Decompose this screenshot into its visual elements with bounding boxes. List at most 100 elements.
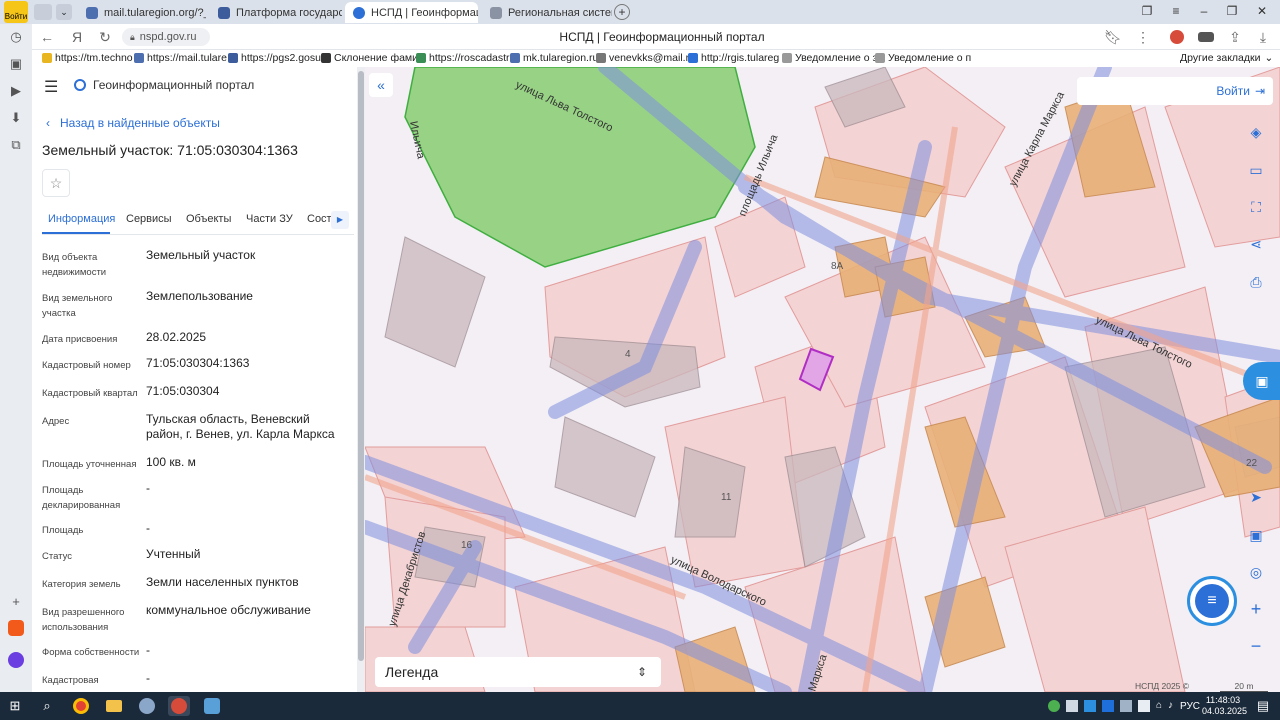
screenshot-icon[interactable]: ⧉	[8, 137, 24, 153]
add-panel-icon[interactable]: +	[8, 594, 24, 610]
tab-gosplatform[interactable]: Платформа государственн	[210, 2, 342, 23]
layers-icon[interactable]: ◈	[1243, 119, 1269, 145]
tabs-scroll-right-icon[interactable]: ▶	[331, 211, 349, 229]
new-tab-button[interactable]: +	[614, 4, 630, 20]
collapse-panel-button[interactable]: «	[369, 73, 393, 97]
bookmark-label: https://pgs2.gosu	[241, 52, 321, 64]
favorite-star-icon[interactable]: ☆	[42, 169, 70, 197]
bookmark-item[interactable]: https://tm.techno	[42, 52, 133, 64]
search-icon[interactable]: ⌕	[36, 696, 58, 716]
download-icon[interactable]: ⤓	[1254, 29, 1272, 46]
bookmark-icon[interactable]: 🔖︎	[1104, 29, 1122, 46]
more-icon[interactable]: ⋮	[1134, 29, 1152, 46]
app-icon[interactable]	[201, 696, 223, 716]
tab-regional-system[interactable]: Региональная система за	[482, 2, 612, 23]
bookmark-item[interactable]: mk.tularegion.ru	[510, 52, 598, 64]
bookmark-item[interactable]: https://pgs2.gosu	[228, 52, 321, 64]
extension-icon[interactable]	[1198, 32, 1214, 42]
media-icon[interactable]: ▶	[8, 83, 24, 99]
history-icon[interactable]: ◷	[8, 29, 24, 45]
map-view[interactable]: улица Льва Толстого улица Льва Толстого …	[365, 67, 1280, 692]
chat-support-button[interactable]: ≡	[1187, 576, 1237, 626]
app-icon[interactable]	[136, 696, 158, 716]
geolocation-icon[interactable]: ◎	[1243, 559, 1269, 585]
tab-nspd[interactable]: НСПД | Геоинформаци ✕	[345, 2, 478, 23]
zoom-in-icon[interactable]: +	[1243, 596, 1269, 622]
minimize-icon[interactable]: –	[1194, 4, 1214, 18]
house-number: 22	[1246, 458, 1258, 469]
tab-mail[interactable]: mail.tularegion.org/?_task	[78, 2, 206, 23]
tab-information[interactable]: Информация	[48, 213, 115, 225]
yandex-icon[interactable]: Я	[68, 29, 86, 45]
chrome-icon[interactable]	[70, 696, 92, 716]
assistant-chat-icon[interactable]: ▣	[1243, 362, 1280, 400]
bookmark-item[interactable]: https://roscadastr	[416, 52, 510, 64]
tray-icon[interactable]	[1138, 700, 1150, 712]
panel-scrollbar[interactable]	[357, 67, 365, 692]
map-login-label: Войти	[1216, 84, 1250, 98]
bookmark-item[interactable]: Склонение фами	[321, 52, 418, 64]
tab-list-chevron-icon[interactable]: ⌄	[56, 4, 72, 20]
print-icon[interactable]: ⎙	[1243, 269, 1269, 295]
downloads-icon[interactable]: ⬇	[8, 110, 24, 126]
field-label: Площадь декларированная	[42, 485, 121, 511]
tab-parts[interactable]: Части ЗУ	[246, 213, 293, 225]
map-canvas: улица Льва Толстого улица Льва Толстого …	[365, 67, 1280, 692]
volume-icon[interactable]: ♪	[1168, 700, 1173, 714]
maximize-icon[interactable]: ❐	[1222, 4, 1242, 18]
share-icon[interactable]: ⇪	[1226, 29, 1244, 46]
locate-icon[interactable]: ➤	[1243, 484, 1269, 510]
tray-icon[interactable]	[1120, 700, 1132, 712]
tab-title: mail.tularegion.org/?_task	[104, 6, 206, 19]
reload-icon[interactable]: ↻	[96, 29, 114, 46]
input-language[interactable]: РУС	[1180, 701, 1200, 712]
map-login-button[interactable]: Войти ⇥	[1216, 84, 1265, 98]
start-icon[interactable]: ⊞	[4, 696, 26, 716]
menu-icon[interactable]: ☰	[44, 77, 58, 97]
zoom-out-icon[interactable]: −	[1243, 633, 1269, 659]
tray-icon[interactable]	[1084, 700, 1096, 712]
extension-icon[interactable]	[1170, 30, 1184, 44]
other-bookmarks[interactable]: Другие закладки ⌄	[1180, 52, 1273, 64]
clock[interactable]: 11:48:03 04.03.2025	[1202, 695, 1247, 717]
notifications-icon[interactable]: ▤	[1252, 696, 1274, 716]
bookmark-item[interactable]: https://mail.tulare	[134, 52, 227, 64]
bookmark-item[interactable]: Уведомление о п	[875, 52, 971, 64]
bookmark-item[interactable]: http://rgis.tulareg	[688, 52, 779, 64]
yandex-browser-icon[interactable]	[168, 696, 190, 716]
nspd-favicon-icon	[353, 6, 365, 19]
bookmark-label: https://mail.tulare	[147, 52, 227, 64]
browser-menu-icon[interactable]: ≡	[1166, 4, 1186, 18]
area-select-icon[interactable]: ⛶	[1243, 194, 1269, 220]
url-field[interactable]: 🔒︎ nspd.gov.ru	[122, 28, 210, 46]
tray-icon[interactable]	[1066, 700, 1078, 712]
tray-icon[interactable]	[1048, 700, 1060, 712]
login-icon: ⇥	[1254, 84, 1265, 98]
collections-icon[interactable]: ▣	[8, 56, 24, 72]
back-link[interactable]: ‹ Назад в найденные объекты	[46, 116, 220, 130]
file-explorer-icon[interactable]	[103, 696, 125, 716]
share-icon[interactable]: ⋖	[1243, 231, 1269, 257]
bookmark-item[interactable]: Уведомление о з	[782, 52, 877, 64]
tray-icon[interactable]	[1102, 700, 1114, 712]
map-login-box: Войти ⇥	[1077, 77, 1273, 105]
address-bar: ← Я ↻ 🔒︎ nspd.gov.ru НСПД | Геоинформаци…	[32, 24, 1280, 50]
close-window-icon[interactable]: ✕	[1252, 4, 1272, 18]
minimap-icon[interactable]: ▣	[1243, 522, 1269, 548]
field-label: Кадастровая	[42, 675, 99, 686]
mail-app-icon[interactable]	[8, 620, 24, 636]
scale-label: 20 m	[1234, 681, 1254, 691]
back-icon[interactable]: ←	[38, 29, 56, 45]
ruler-icon[interactable]: ▭	[1243, 157, 1269, 183]
tab-objects[interactable]: Объекты	[186, 213, 231, 225]
browser-profile-icon[interactable]: Войти	[4, 1, 28, 23]
tab-groups-button[interactable]	[34, 4, 52, 20]
scrollbar-thumb[interactable]	[358, 71, 364, 661]
network-icon[interactable]: ⌂	[1156, 700, 1162, 714]
alice-assistant-icon[interactable]	[8, 652, 24, 668]
tab-services[interactable]: Сервисы	[126, 213, 172, 225]
bookmark-item[interactable]: venevkks@mail.ru	[596, 52, 695, 64]
collections-icon[interactable]: ❐	[1137, 4, 1157, 18]
legend-panel[interactable]: Легенда ⇕	[375, 657, 661, 687]
tab-title: Региональная система за	[508, 6, 612, 19]
